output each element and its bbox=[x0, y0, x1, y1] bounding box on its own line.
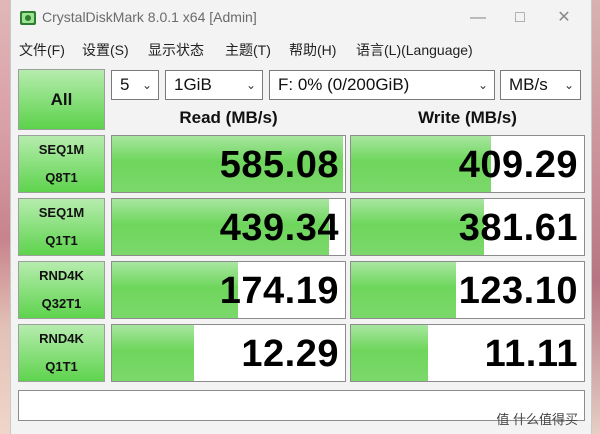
read-result-rnd4k-q32t1: 174.19 bbox=[111, 261, 346, 319]
menu-help[interactable]: 帮助(H) bbox=[289, 40, 336, 60]
write-bar bbox=[351, 325, 428, 381]
maximize-icon[interactable]: □ bbox=[507, 6, 533, 30]
test-count-select[interactable]: 5 ⌄ bbox=[111, 70, 159, 100]
test-seq1m-q1t1-button[interactable]: SEQ1M Q1T1 bbox=[18, 198, 105, 256]
test-queue: Q8T1 bbox=[45, 170, 78, 185]
read-value: 585.08 bbox=[219, 144, 339, 186]
write-column-header: Write (MB/s) bbox=[418, 108, 517, 127]
unit-select[interactable]: MB/s ⌄ bbox=[500, 70, 581, 100]
crystaldiskmark-app-icon bbox=[20, 11, 36, 25]
test-rnd4k-q1t1-button[interactable]: RND4K Q1T1 bbox=[18, 324, 105, 382]
chevron-down-icon: ⌄ bbox=[141, 78, 152, 92]
write-value: 409.29 bbox=[458, 144, 578, 186]
write-value: 381.61 bbox=[458, 207, 578, 249]
write-value: 123.10 bbox=[458, 270, 578, 312]
watermark: 值 什么值得买 bbox=[496, 412, 578, 427]
test-queue: Q1T1 bbox=[45, 359, 78, 374]
menu-settings[interactable]: 设置(S) bbox=[82, 40, 129, 60]
read-result-seq1m-q8t1: 585.08 bbox=[111, 135, 346, 193]
test-name: RND4K bbox=[39, 331, 84, 346]
write-result-rnd4k-q32t1: 123.10 bbox=[350, 261, 585, 319]
read-value: 174.19 bbox=[219, 270, 339, 312]
menu-bar: 文件(F) 设置(S) 显示状态 主题(T) 帮助(H) 语言(L)(Langu… bbox=[11, 37, 591, 61]
read-value: 12.29 bbox=[241, 333, 339, 375]
write-value: 11.11 bbox=[484, 333, 578, 375]
test-size-value: 1GiB bbox=[174, 75, 212, 94]
window-title: CrystalDiskMark 8.0.1 x64 [Admin] bbox=[42, 9, 257, 25]
test-size-select[interactable]: 1GiB ⌄ bbox=[165, 70, 263, 100]
chevron-down-icon: ⌄ bbox=[477, 78, 488, 92]
write-result-seq1m-q1t1: 381.61 bbox=[350, 198, 585, 256]
read-result-rnd4k-q1t1: 12.29 bbox=[111, 324, 346, 382]
test-name: SEQ1M bbox=[38, 205, 85, 220]
menu-display-status[interactable]: 显示状态 bbox=[148, 40, 204, 60]
write-result-rnd4k-q1t1: 11.11 bbox=[350, 324, 585, 382]
read-result-seq1m-q1t1: 439.34 bbox=[111, 198, 346, 256]
app-window: CrystalDiskMark 8.0.1 x64 [Admin] — □ ✕ … bbox=[10, 0, 592, 434]
drive-value: F: 0% (0/200GiB) bbox=[278, 75, 410, 94]
write-result-seq1m-q8t1: 409.29 bbox=[350, 135, 585, 193]
read-column-header: Read (MB/s) bbox=[179, 108, 278, 127]
read-bar bbox=[112, 325, 194, 381]
test-queue: Q32T1 bbox=[41, 296, 82, 311]
close-icon[interactable]: ✕ bbox=[551, 6, 577, 30]
chevron-down-icon: ⌄ bbox=[245, 78, 256, 92]
drive-select[interactable]: F: 0% (0/200GiB) ⌄ bbox=[269, 70, 495, 100]
test-rnd4k-q32t1-button[interactable]: RND4K Q32T1 bbox=[18, 261, 105, 319]
menu-theme[interactable]: 主题(T) bbox=[225, 40, 271, 60]
minimize-icon[interactable]: — bbox=[465, 6, 491, 30]
test-name: SEQ1M bbox=[38, 142, 85, 157]
test-seq1m-q8t1-button[interactable]: SEQ1M Q8T1 bbox=[18, 135, 105, 193]
all-button[interactable]: All bbox=[18, 69, 105, 130]
menu-file[interactable]: 文件(F) bbox=[19, 40, 65, 60]
test-queue: Q1T1 bbox=[45, 233, 78, 248]
test-name: RND4K bbox=[39, 268, 84, 283]
titlebar[interactable]: CrystalDiskMark 8.0.1 x64 [Admin] — □ ✕ bbox=[11, 0, 591, 36]
read-value: 439.34 bbox=[219, 207, 339, 249]
test-count-value: 5 bbox=[120, 75, 130, 94]
write-bar bbox=[351, 262, 456, 318]
chevron-down-icon: ⌄ bbox=[563, 78, 574, 92]
unit-value: MB/s bbox=[509, 75, 548, 94]
menu-language[interactable]: 语言(L)(Language) bbox=[356, 40, 473, 60]
